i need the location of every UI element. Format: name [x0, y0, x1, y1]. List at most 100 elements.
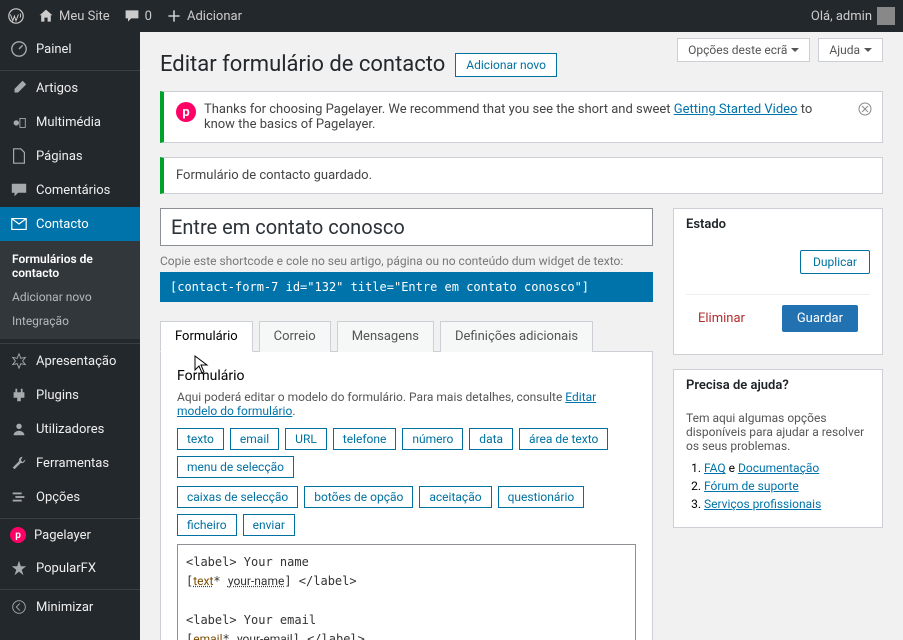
my-account-link[interactable]: Olá, admin — [811, 7, 895, 25]
menu-label: Contacto — [36, 217, 89, 232]
help-list-item: Fórum de suporte — [704, 479, 870, 493]
tag-generator-button[interactable]: questionário — [498, 486, 585, 508]
tab-label: Definições adicionais — [455, 329, 578, 344]
shortcode-box[interactable]: [contact-form-7 id="132" title="Entre em… — [160, 272, 653, 302]
notice-pagelayer: p Thanks for choosing Pagelayer. We reco… — [160, 91, 883, 143]
tag-generator-button[interactable]: botões de opção — [304, 486, 413, 508]
tag-generator-button[interactable]: aceitação — [419, 486, 491, 508]
submenu-label: Adicionar novo — [12, 290, 92, 304]
tab-additional-settings[interactable]: Definições adicionais — [440, 321, 593, 352]
tag-generator-button[interactable]: menu de selecção — [177, 456, 294, 478]
tag-generator-button[interactable]: data — [469, 428, 513, 450]
help-button[interactable]: Ajuda — [818, 38, 883, 62]
help-link[interactable]: Serviços profissionais — [704, 497, 821, 511]
tab-mail[interactable]: Correio — [259, 321, 331, 352]
add-new-text: Adicionar — [187, 9, 242, 24]
menu-label: Minimizar — [36, 600, 93, 615]
tag-generator-button[interactable]: caixas de selecção — [177, 486, 298, 508]
notice-link[interactable]: Getting Started Video — [674, 102, 798, 117]
tag-generator-button[interactable]: ficheiro — [177, 514, 237, 536]
greeting-text: Olá, admin — [811, 9, 872, 24]
menu-popularfx[interactable]: PopularFX — [0, 551, 140, 585]
menu-contact[interactable]: Contacto — [0, 207, 140, 241]
tab-label: Formulário — [175, 329, 238, 344]
menu-label: Utilizadores — [36, 422, 104, 437]
menu-collapse[interactable]: Minimizar — [0, 589, 140, 624]
menu-settings[interactable]: Opções — [0, 480, 140, 514]
tag-generator-button[interactable]: área de texto — [519, 428, 608, 450]
help-list: FAQ e Documentação Fórum de suporte Serviç… — [686, 461, 870, 511]
tag-generator-button[interactable]: enviar — [243, 514, 295, 536]
menu-label: Opções — [36, 490, 80, 505]
submenu-label: Integração — [12, 314, 69, 328]
chevron-down-icon — [864, 48, 872, 56]
menu-label: Ferramentas — [36, 456, 109, 471]
menu-pagelayer[interactable]: p Pagelayer — [0, 518, 140, 551]
postbox-status: Estado Duplicar Eliminar Guardar — [673, 208, 883, 355]
menu-label: Multimédia — [36, 115, 101, 130]
notice-text: Formulário de contacto guardado. — [176, 168, 372, 183]
add-new-button[interactable]: Adicionar novo — [455, 53, 557, 77]
add-new-link[interactable]: Adicionar — [166, 8, 242, 24]
page-title: Editar formulário de contacto — [160, 52, 445, 77]
delete-link[interactable]: Eliminar — [698, 311, 745, 326]
menu-label: Páginas — [36, 149, 83, 164]
menu-label: Artigos — [36, 81, 78, 96]
submenu-contact: Formulários de contacto Adicionar novo I… — [0, 241, 140, 339]
tab-messages[interactable]: Mensagens — [337, 321, 434, 352]
admin-sidebar: Painel Artigos Multimédia Páginas Coment… — [0, 32, 140, 640]
help-list-item: Serviços profissionais — [704, 497, 870, 511]
help-list-item: FAQ e Documentação — [704, 461, 870, 475]
tag-generator-button[interactable]: email — [230, 428, 279, 450]
site-name-text: Meu Site — [59, 9, 110, 24]
help-link[interactable]: Fórum de suporte — [704, 479, 799, 493]
panel-subhead: Formulário — [177, 368, 636, 384]
help-link[interactable]: Documentação — [738, 461, 819, 475]
menu-appearance[interactable]: Apresentação — [0, 343, 140, 378]
form-template-editor[interactable]: <label> Your name [text* your-name] </la… — [177, 544, 636, 640]
menu-pages[interactable]: Páginas — [0, 139, 140, 173]
screen-options-button[interactable]: Opções deste ecrã — [677, 38, 810, 62]
menu-label: PopularFX — [36, 561, 96, 576]
panel-desc-text: Aqui poderá editar o modelo do formulári… — [177, 390, 565, 404]
menu-label: Painel — [36, 42, 72, 57]
menu-label: Apresentação — [36, 354, 116, 369]
menu-label: Plugins — [36, 388, 79, 403]
site-name-link[interactable]: Meu Site — [38, 8, 110, 24]
tab-form[interactable]: Formulário — [160, 321, 253, 352]
dismiss-button[interactable] — [858, 102, 872, 120]
pagelayer-icon: p — [176, 102, 196, 122]
tag-generator-button[interactable]: número — [402, 428, 463, 450]
tag-generator-button[interactable]: texto — [177, 428, 224, 450]
save-button[interactable]: Guardar — [782, 305, 858, 332]
tag-button-row: texto email URL telefonenúmero data área de t… — [177, 428, 636, 478]
admin-bar: Meu Site 0 Adicionar Olá, admin — [0, 0, 903, 32]
comments-count: 0 — [145, 9, 152, 24]
submenu-forms[interactable]: Formulários de contacto — [0, 247, 140, 285]
tag-generator-button[interactable]: URL — [285, 428, 327, 450]
submenu-label: Formulários de contacto — [12, 252, 93, 280]
help-link[interactable]: FAQ — [704, 461, 726, 475]
postbox-title: Estado — [674, 209, 882, 240]
submenu-integration[interactable]: Integração — [0, 309, 140, 333]
menu-users[interactable]: Utilizadores — [0, 412, 140, 446]
help-label: Ajuda — [829, 43, 860, 57]
menu-dashboard[interactable]: Painel — [0, 32, 140, 66]
shortcode-hint: Copie este shortcode e cole no seu artig… — [160, 254, 653, 268]
duplicate-button[interactable]: Duplicar — [800, 250, 870, 274]
menu-plugins[interactable]: Plugins — [0, 378, 140, 412]
pagelayer-icon: p — [10, 527, 26, 543]
tab-label: Correio — [274, 329, 316, 344]
menu-posts[interactable]: Artigos — [0, 70, 140, 105]
notice-saved: Formulário de contacto guardado. — [160, 157, 883, 194]
menu-comments[interactable]: Comentários — [0, 173, 140, 207]
submenu-add-new[interactable]: Adicionar novo — [0, 285, 140, 309]
comments-link[interactable]: 0 — [124, 8, 152, 24]
tag-generator-button[interactable]: telefone — [333, 428, 397, 450]
form-title-input[interactable] — [160, 208, 653, 246]
wp-logo[interactable] — [8, 8, 24, 24]
screen-options-label: Opções deste ecrã — [688, 43, 787, 57]
menu-media[interactable]: Multimédia — [0, 105, 140, 139]
avatar — [877, 7, 895, 25]
menu-tools[interactable]: Ferramentas — [0, 446, 140, 480]
